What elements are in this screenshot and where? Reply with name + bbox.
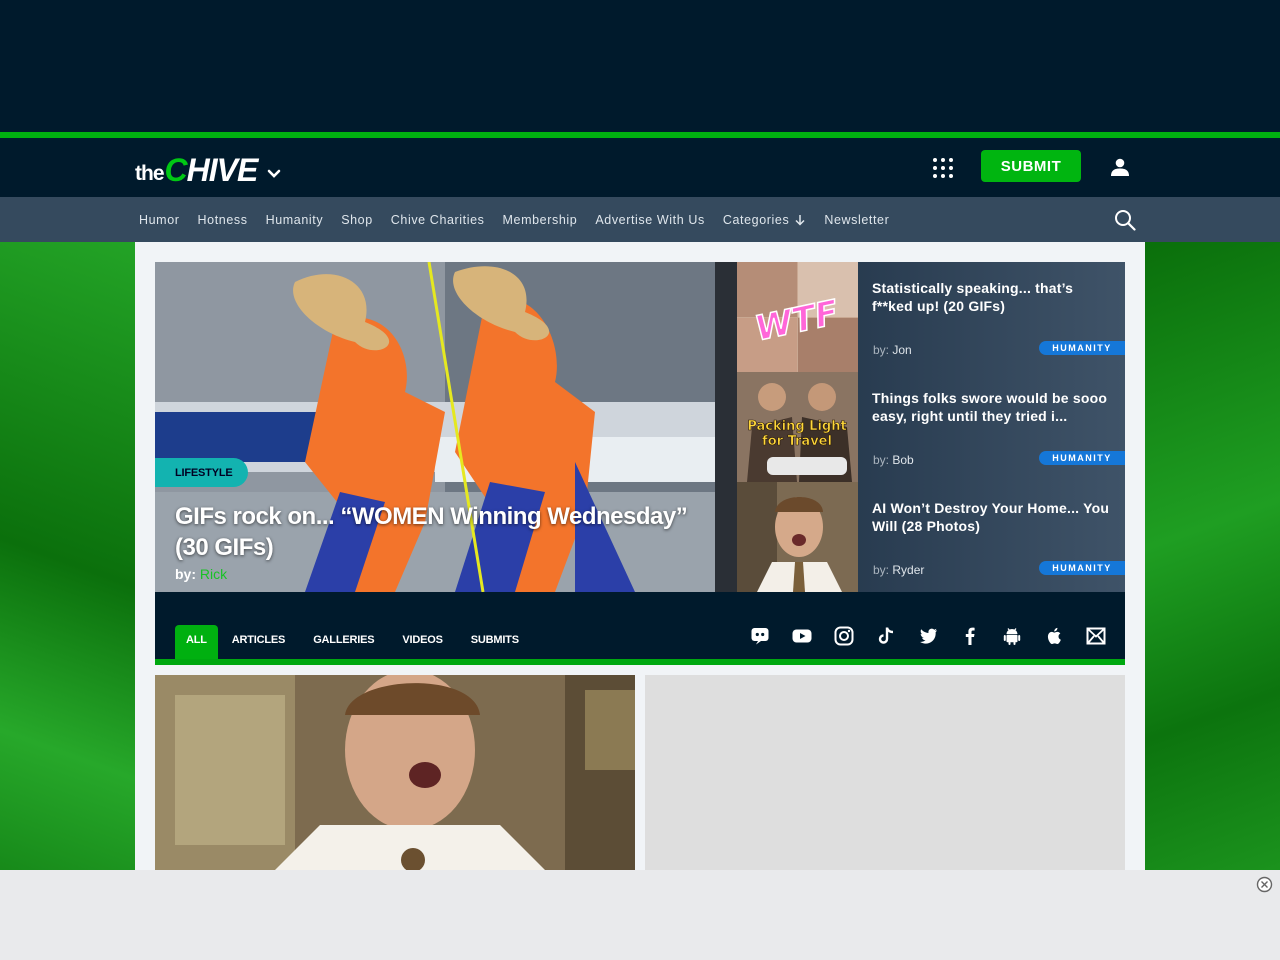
logo-c: C: [164, 152, 188, 188]
arrow-down-icon: [795, 214, 805, 226]
hero-category-badge[interactable]: LIFESTYLE: [155, 458, 248, 487]
svg-text:for Travel: for Travel: [762, 434, 832, 449]
twitter-icon[interactable]: [917, 625, 939, 647]
site-logo[interactable]: the CHIVE: [135, 152, 281, 186]
side-card-title[interactable]: Things folks swore would be sooo easy, r…: [872, 389, 1112, 425]
content-filter-bar: ALL ARTICLES GALLERIES VIDEOS SUBMITS: [155, 592, 1125, 665]
android-icon[interactable]: [1001, 625, 1023, 647]
hero-byline: by: Rick: [175, 566, 227, 582]
nav-item-advertise[interactable]: Advertise With Us: [586, 213, 714, 227]
category-nav: Humor Hotness Humanity Shop Chive Charit…: [0, 197, 1280, 242]
feed-card-placeholder: [645, 675, 1125, 870]
nav-item-humanity[interactable]: Humanity: [257, 213, 333, 227]
logo-rest: HIVE: [186, 152, 259, 188]
logo-dropdown-icon[interactable]: [267, 167, 281, 186]
hero-by-label: by:: [175, 566, 196, 582]
side-card-category-badge[interactable]: HUMANITY: [1039, 341, 1125, 355]
feed-card-gif[interactable]: [155, 675, 635, 870]
by-label: by:: [873, 563, 890, 577]
youtube-icon[interactable]: [791, 625, 813, 647]
discord-icon[interactable]: [749, 625, 771, 647]
by-label: by:: [873, 343, 890, 357]
site-header: the CHIVE: [0, 138, 1280, 197]
bottom-ad-banner: [0, 870, 1280, 960]
submit-button[interactable]: SUBMIT: [981, 150, 1081, 182]
top-ad-banner: [0, 0, 1280, 132]
side-card-1[interactable]: WTF Statistically speaking... that’s f**…: [737, 262, 1125, 372]
by-label: by:: [873, 453, 890, 467]
side-card-thumbnail: WTF: [737, 262, 858, 372]
email-icon[interactable]: [1085, 625, 1107, 647]
side-card-thumbnail: Packing Light for Travel: [737, 372, 858, 482]
side-card-author[interactable]: Jon: [892, 343, 911, 357]
nav-item-hotness[interactable]: Hotness: [189, 213, 257, 227]
tab-videos[interactable]: VIDEOS: [388, 625, 456, 659]
nav-item-newsletter[interactable]: Newsletter: [815, 213, 898, 227]
side-card-title[interactable]: AI Won’t Destroy Your Home... You Will (…: [872, 499, 1112, 535]
hero-author[interactable]: Rick: [200, 566, 227, 582]
tab-submits[interactable]: SUBMITS: [457, 625, 533, 659]
user-account-icon[interactable]: [1110, 157, 1130, 177]
side-card-2[interactable]: Packing Light for Travel Things folks sw…: [737, 372, 1125, 482]
side-card-category-badge[interactable]: HUMANITY: [1039, 561, 1125, 575]
tab-galleries[interactable]: GALLERIES: [299, 625, 388, 659]
logo-wordmark: CHIVE: [164, 152, 259, 188]
facebook-icon[interactable]: [959, 625, 981, 647]
svg-text:Packing Light: Packing Light: [747, 419, 846, 434]
close-ad-icon[interactable]: [1256, 876, 1273, 893]
apple-icon[interactable]: [1043, 625, 1065, 647]
side-card-byline: by: Bob: [873, 453, 914, 467]
feed-card-image: [155, 675, 635, 870]
side-card-byline: by: Ryder: [873, 563, 924, 577]
tab-all[interactable]: ALL: [175, 625, 218, 659]
logo-prefix: the: [135, 162, 164, 185]
apps-grid-icon[interactable]: [933, 158, 953, 178]
tab-articles[interactable]: ARTICLES: [218, 625, 299, 659]
side-card-thumbnail: [737, 482, 858, 592]
side-card-3[interactable]: AI Won’t Destroy Your Home... You Will (…: [737, 482, 1125, 592]
nav-item-shop[interactable]: Shop: [332, 213, 382, 227]
instagram-icon[interactable]: [833, 625, 855, 647]
nav-item-humor[interactable]: Humor: [130, 213, 189, 227]
nav-item-chive-charities[interactable]: Chive Charities: [382, 213, 494, 227]
side-card-author[interactable]: Bob: [892, 453, 913, 467]
tiktok-icon[interactable]: [875, 625, 897, 647]
side-card-category-badge[interactable]: HUMANITY: [1039, 451, 1125, 465]
hero-title[interactable]: GIFs rock on... “WOMEN Winning Wednesday…: [175, 501, 715, 563]
nav-item-categories[interactable]: Categories: [714, 213, 815, 227]
side-card-title[interactable]: Statistically speaking... that’s f**ked …: [872, 279, 1112, 315]
search-icon[interactable]: [1114, 209, 1136, 231]
side-card-byline: by: Jon: [873, 343, 912, 357]
nav-item-categories-label: Categories: [722, 212, 790, 227]
side-card-author[interactable]: Ryder: [892, 563, 924, 577]
nav-item-membership[interactable]: Membership: [494, 213, 587, 227]
